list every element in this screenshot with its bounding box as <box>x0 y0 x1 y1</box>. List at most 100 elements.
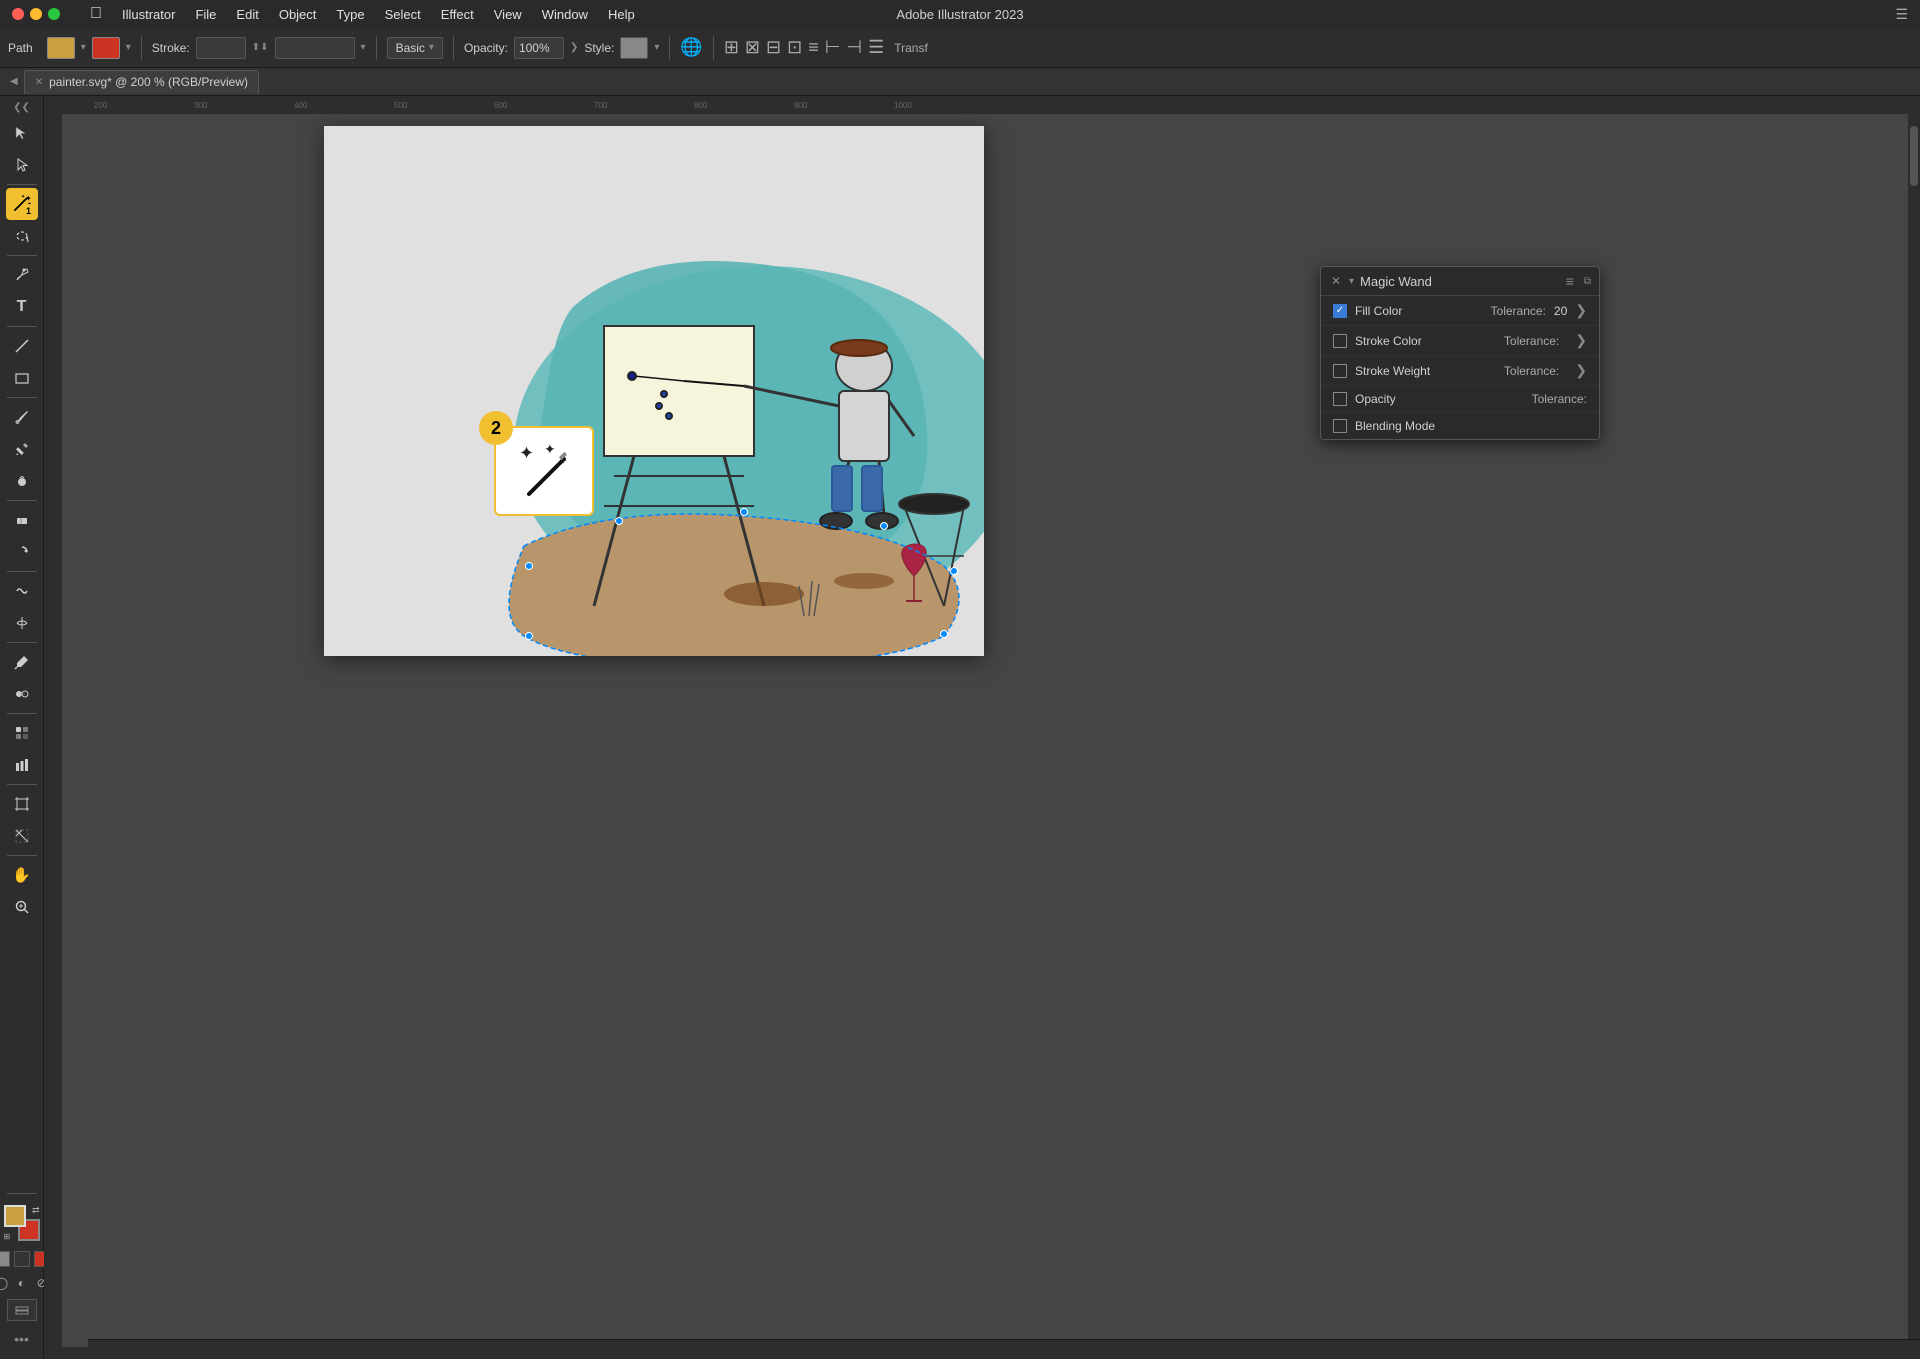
arrange-icon-3[interactable]: ⊟ <box>766 37 781 58</box>
blend-tool-icon <box>14 686 30 702</box>
arrange-icon-5[interactable]: ≡ <box>808 37 819 58</box>
stroke-label: Stroke: <box>152 41 190 55</box>
warp-tool-btn[interactable] <box>6 575 38 607</box>
minimize-button[interactable] <box>30 8 42 20</box>
blending-mode-checkbox[interactable] <box>1333 419 1347 433</box>
rotate-tool-icon <box>14 544 30 560</box>
scrollbar-right-thumb[interactable] <box>1910 126 1918 186</box>
transform-label[interactable]: Transf <box>894 41 928 55</box>
column-graph-tool-icon <box>14 757 30 773</box>
maximize-button[interactable] <box>48 8 60 20</box>
hand-tool-btn[interactable]: ✋ <box>6 859 38 891</box>
swap-colors-icon[interactable]: ⇄ <box>32 1205 40 1216</box>
panel-title: Magic Wand <box>1360 274 1560 289</box>
svg-text:✦: ✦ <box>544 441 556 457</box>
artboard-tool-btn[interactable] <box>6 788 38 820</box>
direct-select-tool-btn[interactable] <box>6 149 38 181</box>
toolbar-divider-color <box>7 1193 37 1194</box>
arrange-icon-6[interactable]: ⊢ <box>825 37 841 58</box>
arrange-icon-2[interactable]: ⊠ <box>745 37 760 58</box>
artboard: ✦ ✦ ✦ 2 <box>324 126 984 656</box>
fill-color-chevron[interactable]: ❯ <box>1575 302 1587 319</box>
stroke-weight-checkbox[interactable] <box>1333 364 1347 378</box>
panel-close-btn[interactable]: ✕ <box>1329 274 1343 288</box>
artboard-tool-icon <box>14 796 30 812</box>
symbol-tool-btn[interactable] <box>6 717 38 749</box>
stroke-value-input[interactable] <box>196 37 246 59</box>
layers-icon[interactable] <box>7 1299 37 1321</box>
status-bar <box>88 1339 1920 1359</box>
menu-window[interactable]: Window <box>532 5 598 24</box>
pen-tool-btn[interactable] <box>6 259 38 291</box>
app-title: Adobe Illustrator 2023 <box>896 7 1023 22</box>
menu-edit[interactable]: Edit <box>226 5 268 24</box>
fill-mode-btn[interactable]: ◯ <box>0 1275 10 1291</box>
color-mode-row <box>0 1251 50 1267</box>
menu-illustrator[interactable]: Illustrator <box>112 5 185 24</box>
column-graph-tool-btn[interactable] <box>6 749 38 781</box>
arrange-icon-8[interactable]: ☰ <box>868 37 884 58</box>
style-swatch[interactable] <box>620 37 648 59</box>
stroke-color-swatch[interactable] <box>92 37 120 59</box>
menu-select[interactable]: Select <box>375 5 431 24</box>
globe-icon[interactable]: 🌐 <box>680 37 702 58</box>
blob-brush-tool-icon <box>14 473 30 489</box>
width-tool-btn[interactable] <box>6 607 38 639</box>
menu-file[interactable]: File <box>185 5 226 24</box>
document-tab[interactable]: ✕ painter.svg* @ 200 % (RGB/Preview) <box>24 70 259 94</box>
lasso-tool-btn[interactable] <box>6 220 38 252</box>
toolbar-divider-7 <box>7 642 37 643</box>
stroke-weight-chevron[interactable]: ❯ <box>1575 362 1587 379</box>
toolbar-divider-9 <box>7 784 37 785</box>
eyedropper-tool-btn[interactable] <box>6 646 38 678</box>
arrange-icon-1[interactable]: ⊞ <box>724 37 739 58</box>
zoom-tool-btn[interactable] <box>6 891 38 923</box>
menu-view[interactable]: View <box>484 5 532 24</box>
tab-close-icon[interactable]: ✕ <box>35 77 43 88</box>
close-button[interactable] <box>12 8 24 20</box>
fg-color-swatch[interactable] <box>4 1205 26 1227</box>
arrange-icon-4[interactable]: ⊡ <box>787 37 802 58</box>
tab-arrow-left[interactable]: ◀ <box>4 76 24 87</box>
stroke-color-chevron[interactable]: ❯ <box>1575 332 1587 349</box>
more-tools-btn[interactable]: ••• <box>14 1331 29 1347</box>
opacity-input[interactable] <box>514 37 564 59</box>
dark-swatch[interactable] <box>14 1251 30 1267</box>
stroke-color-checkbox[interactable] <box>1333 334 1347 348</box>
toolbar-top: ❮❮ <box>0 100 43 115</box>
pencil-tool-icon <box>14 441 30 457</box>
rect-tool-btn[interactable] <box>6 362 38 394</box>
rotate-tool-btn[interactable] <box>6 536 38 568</box>
menu-object[interactable]: Object <box>269 5 327 24</box>
stroke-weight-input[interactable] <box>275 37 355 59</box>
slice-tool-btn[interactable] <box>6 820 38 852</box>
blob-brush-tool-btn[interactable] <box>6 465 38 497</box>
apple-menu[interactable]:  <box>80 5 112 23</box>
selection-tool-btn[interactable] <box>6 117 38 149</box>
blend-tool-btn[interactable] <box>6 678 38 710</box>
magic-wand-tool-btn[interactable]: ✦ ✦ ✦ 1 <box>6 188 38 220</box>
arrange-icon-7[interactable]: ⊣ <box>846 37 862 58</box>
gradient-mode-btn[interactable]: ◐ <box>14 1275 30 1291</box>
pencil-tool-btn[interactable] <box>6 433 38 465</box>
eraser-tool-btn[interactable] <box>6 504 38 536</box>
fill-color-checkbox[interactable] <box>1333 304 1347 318</box>
color-controls: ⇄ ⊞ ◯ ◐ ⊘ ••• <box>0 1190 50 1355</box>
panel-menu-icon[interactable]: ≡ <box>1566 273 1574 289</box>
type-tool-btn[interactable]: T <box>6 291 38 323</box>
scrollbar-right[interactable] <box>1908 96 1920 1359</box>
menu-type[interactable]: Type <box>326 5 374 24</box>
svg-text:400: 400 <box>294 101 308 110</box>
gray-swatch[interactable] <box>0 1251 10 1267</box>
panel-expand-icon[interactable]: ⧉ <box>1584 276 1591 287</box>
stroke-style-selector[interactable]: Basic ▾ <box>387 37 443 59</box>
toolbar-expand-icon[interactable]: ❮❮ <box>13 102 30 113</box>
menu-effect[interactable]: Effect <box>431 5 484 24</box>
more-tools-icon: ••• <box>14 1331 29 1347</box>
paintbrush-tool-btn[interactable] <box>6 401 38 433</box>
menu-help[interactable]: Help <box>598 5 645 24</box>
line-tool-btn[interactable] <box>6 330 38 362</box>
opacity-checkbox[interactable] <box>1333 392 1347 406</box>
default-colors-icon[interactable]: ⊞ <box>4 1232 11 1241</box>
fill-color-swatch[interactable] <box>47 37 75 59</box>
